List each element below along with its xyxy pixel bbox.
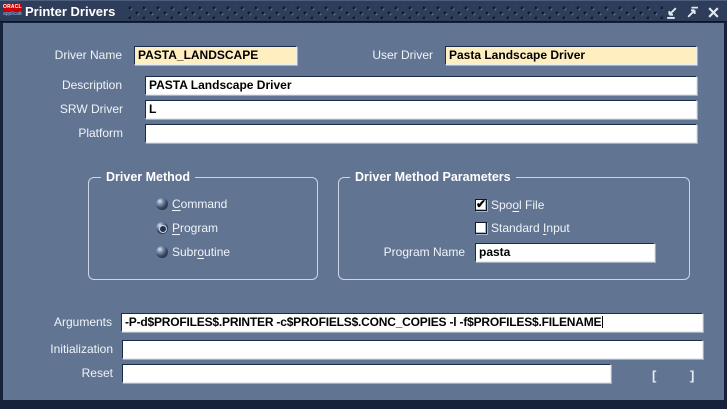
flexfield-bracket-close: ] (690, 368, 694, 384)
program-name-label: Program Name (335, 243, 465, 262)
description-field[interactable]: PASTA Landscape Driver (145, 76, 697, 95)
oracle-logo-subtext: applications (3, 11, 22, 19)
radio-subroutine[interactable]: Subroutine (156, 245, 230, 259)
srw-driver-field[interactable]: L (145, 100, 697, 119)
description-label: Description (22, 76, 122, 95)
checkbox-standard-input[interactable]: ✔ Standard Input (475, 221, 570, 235)
text-cursor (602, 316, 603, 328)
oracle-logo-text: ORACLE (3, 3, 22, 11)
close-button[interactable] (706, 5, 721, 20)
driver-method-parameters-frame-title: Driver Method Parameters (350, 170, 516, 184)
oracle-applications-logo: ORACLE applications (3, 3, 22, 20)
reset-label: Reset (13, 364, 113, 383)
radio-command[interactable]: Command (156, 197, 227, 211)
platform-label: Platform (23, 124, 123, 143)
printer-drivers-window: ORACLE applications Printer Drivers (0, 0, 727, 409)
radio-icon[interactable] (156, 222, 168, 234)
check-icon: ✔ (476, 197, 486, 211)
titlebar-grabber-pattern (128, 5, 663, 19)
user-driver-field[interactable]: Pasta Landscape Driver (445, 46, 697, 65)
checkbox-standard-input-label: Standard Input (491, 221, 570, 235)
radio-command-label: Command (172, 197, 227, 211)
radio-icon[interactable] (156, 246, 168, 258)
window-title: Printer Drivers (25, 1, 115, 22)
minimize-button[interactable] (664, 5, 679, 20)
close-icon (707, 6, 720, 19)
restore-button[interactable] (685, 5, 700, 20)
radio-program[interactable]: Program (156, 221, 218, 235)
arguments-field[interactable]: -P-d$PROFILES$.PRINTER -c$PROFIELS$.CONC… (121, 313, 703, 332)
checkbox-icon[interactable]: ✔ (475, 199, 487, 211)
form-canvas: Driver Name PASTA_LANDSCAPE User Driver … (3, 23, 724, 400)
radio-program-label: Program (172, 221, 218, 235)
driver-method-frame-title: Driver Method (101, 170, 195, 184)
initialization-field[interactable] (122, 340, 703, 359)
flexfield-bracket-open: [ (652, 368, 656, 384)
driver-name-label: Driver Name (22, 46, 122, 65)
title-bar[interactable]: ORACLE applications Printer Drivers (0, 0, 727, 22)
checkbox-spool-file-label: Spool File (491, 198, 544, 212)
arguments-label: Arguments (12, 313, 112, 332)
srw-driver-label: SRW Driver (23, 100, 123, 119)
window-controls (664, 5, 721, 20)
restore-icon (686, 6, 699, 19)
driver-name-field[interactable]: PASTA_LANDSCAPE (134, 46, 297, 65)
user-driver-label: User Driver (333, 46, 433, 65)
checkbox-spool-file[interactable]: ✔ Spool File (475, 198, 544, 212)
radio-subroutine-label: Subroutine (172, 245, 230, 259)
radio-icon[interactable] (156, 198, 168, 210)
program-name-field[interactable]: pasta (475, 243, 655, 262)
platform-field[interactable] (145, 124, 697, 143)
checkbox-icon[interactable]: ✔ (475, 222, 487, 234)
reset-field[interactable] (122, 364, 611, 383)
initialization-label: Initialization (13, 340, 113, 359)
minimize-icon (665, 6, 678, 19)
